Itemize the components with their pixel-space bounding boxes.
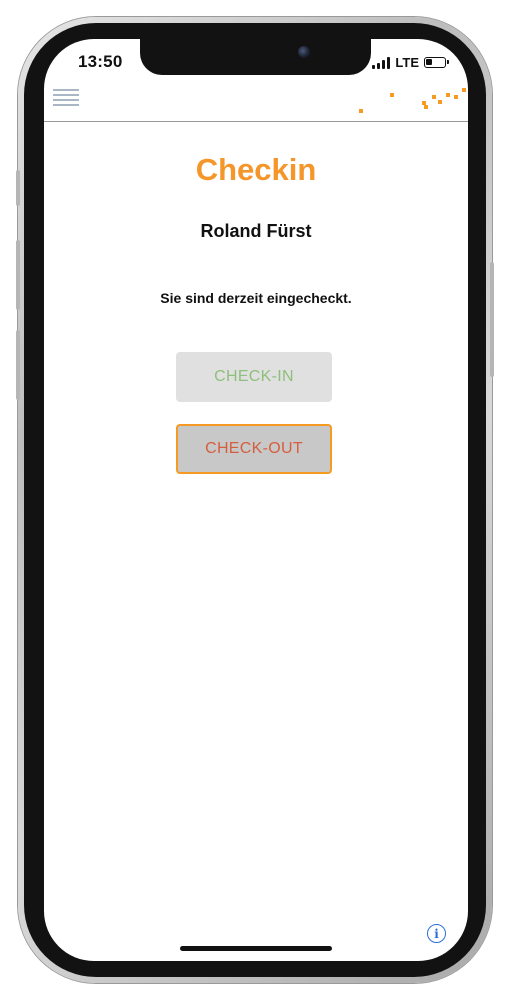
silent-switch — [16, 170, 20, 206]
status-indicators: LTE — [372, 55, 449, 70]
checkin-status-message: Sie sind derzeit eingecheckt. — [160, 290, 352, 306]
battery-icon — [424, 57, 449, 68]
app-header — [44, 83, 468, 122]
user-name: Roland Fürst — [200, 221, 312, 241]
check-in-button[interactable]: CHECK-IN — [176, 352, 332, 402]
check-out-button[interactable]: CHECK-OUT — [176, 424, 332, 474]
page-title: Checkin — [195, 152, 317, 187]
front-camera — [298, 46, 310, 58]
network-label: LTE — [395, 55, 419, 70]
hamburger-menu-icon[interactable] — [53, 89, 79, 107]
volume-down-button — [16, 330, 20, 400]
volume-up-button — [16, 240, 20, 310]
screen: 13:50 LTE Checkin Roland Fürst Sie sind … — [44, 39, 468, 961]
signal-icon — [372, 56, 391, 69]
logo-icon — [348, 83, 468, 121]
power-button — [490, 262, 494, 377]
notch — [140, 39, 371, 75]
home-indicator[interactable] — [180, 946, 332, 951]
status-time: 13:50 — [78, 52, 123, 71]
info-icon[interactable]: i — [427, 924, 446, 943]
